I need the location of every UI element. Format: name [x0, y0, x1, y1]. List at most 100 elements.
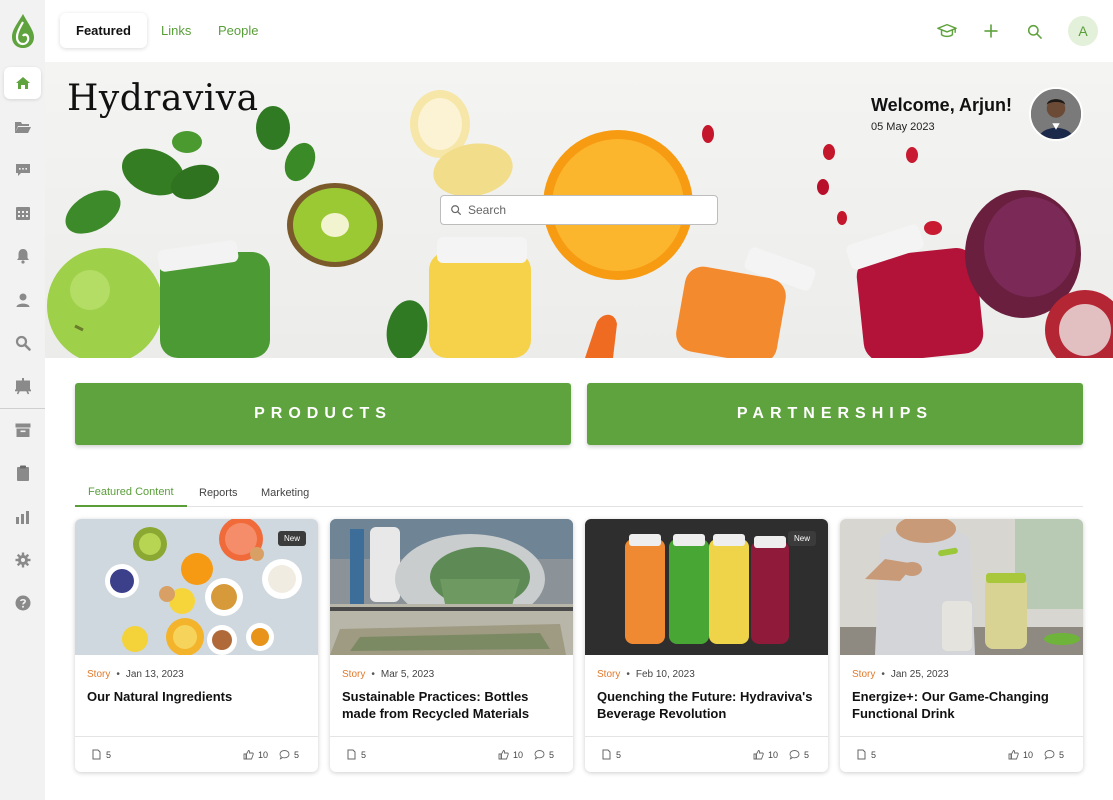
bell-icon [16, 249, 29, 264]
card-title[interactable]: Sustainable Practices: Bottles made from… [342, 688, 564, 722]
search-icon [451, 205, 462, 216]
content-card[interactable]: Story • Jan 25, 2023 Energize+: Our Game… [840, 519, 1083, 772]
document-icon [92, 749, 101, 760]
thumbs-up-icon [753, 750, 764, 760]
search-icon [15, 335, 31, 351]
user-avatar[interactable]: A [1068, 16, 1098, 46]
card-image [840, 519, 1083, 655]
attachments-count[interactable]: 5 [91, 749, 111, 760]
likes-value: 10 [513, 749, 524, 760]
card-type: Story [597, 669, 621, 680]
current-date: 05 May 2023 [871, 121, 935, 133]
new-badge: New [277, 531, 306, 546]
card-title[interactable]: Our Natural Ingredients [87, 688, 309, 705]
sidebar-item-settings[interactable] [4, 544, 41, 576]
partnerships-button[interactable]: PARTNERSHIPS [587, 383, 1083, 445]
meta-separator: • [626, 669, 630, 680]
sidebar-item-help[interactable] [4, 587, 41, 619]
sidebar-item-profile[interactable] [4, 284, 41, 316]
brand-title: Hydraviva [67, 78, 259, 119]
products-button[interactable]: PRODUCTS [75, 383, 571, 445]
search-bar[interactable] [440, 195, 718, 225]
tab-featured[interactable]: Featured [60, 13, 147, 48]
likes-count[interactable]: 10 [1008, 749, 1033, 760]
card-date: Feb 10, 2023 [635, 669, 695, 680]
sidebar-item-home[interactable] [4, 67, 41, 99]
search-icon[interactable] [1023, 20, 1045, 42]
graduation-cap-icon[interactable] [936, 20, 958, 42]
user-icon [16, 293, 29, 307]
card-title[interactable]: Quenching the Future: Hydraviva's Bevera… [597, 688, 819, 722]
clipboard-icon [16, 465, 29, 481]
sidebar-item-messages[interactable] [4, 154, 41, 186]
chat-icon [15, 164, 30, 176]
add-icon[interactable] [980, 20, 1002, 42]
thumbs-up-icon [243, 750, 254, 760]
attachments-value: 5 [616, 749, 622, 760]
hydraviva-logo-icon[interactable] [8, 12, 38, 50]
tab-links[interactable]: Links [161, 13, 191, 48]
card-type: Story [342, 669, 366, 680]
sidebar-item-archive[interactable] [4, 414, 41, 446]
card-meta: Story • Jan 25, 2023 [852, 669, 949, 680]
tab-marketing[interactable]: Marketing [261, 478, 309, 507]
document-icon [347, 749, 356, 760]
comment-icon [1044, 750, 1055, 760]
card-meta: Story • Jan 13, 2023 [87, 669, 184, 680]
sidebar-item-calendar[interactable] [4, 197, 41, 229]
gear-icon [15, 552, 30, 568]
card-footer: 5 10 5 [585, 736, 828, 772]
likes-count[interactable]: 10 [243, 749, 268, 760]
comments-count[interactable]: 5 [534, 749, 554, 760]
tab-people[interactable]: People [218, 13, 258, 48]
comment-icon [789, 750, 800, 760]
content-card[interactable]: New Story • Jan 13, 2023 Our Natural Ing… [75, 519, 318, 772]
likes-count[interactable]: 10 [753, 749, 778, 760]
sidebar-item-presentations[interactable] [4, 370, 41, 402]
document-icon [602, 749, 611, 760]
card-title[interactable]: Energize+: Our Game-Changing Functional … [852, 688, 1074, 722]
top-navigation: Featured Links People A [45, 0, 1113, 62]
tab-reports[interactable]: Reports [199, 478, 238, 507]
tab-featured-content[interactable]: Featured Content [75, 478, 187, 507]
attachments-value: 5 [871, 749, 877, 760]
attachments-value: 5 [361, 749, 367, 760]
card-date: Jan 13, 2023 [125, 669, 184, 680]
sidebar-item-folders[interactable] [4, 111, 41, 143]
sidebar-item-clipboard[interactable] [4, 457, 41, 489]
comments-value: 5 [1059, 749, 1065, 760]
help-icon [15, 595, 30, 611]
attachments-value: 5 [106, 749, 112, 760]
card-date: Mar 5, 2023 [380, 669, 435, 680]
sidebar-item-search[interactable] [4, 327, 41, 359]
likes-value: 10 [768, 749, 779, 760]
comments-value: 5 [294, 749, 300, 760]
likes-count[interactable]: 10 [498, 749, 523, 760]
attachments-count[interactable]: 5 [346, 749, 366, 760]
search-input[interactable] [468, 203, 708, 217]
comments-count[interactable]: 5 [1044, 749, 1064, 760]
sidebar-divider [0, 408, 45, 409]
profile-avatar[interactable] [1029, 87, 1083, 141]
sidebar-item-notifications[interactable] [4, 240, 41, 272]
card-footer: 5 10 5 [330, 736, 573, 772]
document-icon [857, 749, 866, 760]
content-card[interactable]: Story • Mar 5, 2023 Sustainable Practice… [330, 519, 573, 772]
card-type: Story [852, 669, 876, 680]
attachments-count[interactable]: 5 [601, 749, 621, 760]
card-footer: 5 10 5 [840, 736, 1083, 772]
archive-icon [15, 423, 30, 437]
comments-count[interactable]: 5 [279, 749, 299, 760]
thumbs-up-icon [1008, 750, 1019, 760]
card-date: Jan 25, 2023 [890, 669, 949, 680]
sidebar-item-analytics[interactable] [4, 501, 41, 533]
content-card[interactable]: New Story • Feb 10, 2023 Quenching the F… [585, 519, 828, 772]
meta-separator: • [116, 669, 120, 680]
likes-value: 10 [1023, 749, 1034, 760]
comments-count[interactable]: 5 [789, 749, 809, 760]
attachments-count[interactable]: 5 [856, 749, 876, 760]
bar-chart-icon [15, 511, 29, 524]
hero-banner: Hydraviva Welcome, Arjun! 05 May 2023 [45, 62, 1113, 358]
content-tabs: Featured Content Reports Marketing [75, 478, 1083, 507]
sidebar [0, 0, 45, 800]
